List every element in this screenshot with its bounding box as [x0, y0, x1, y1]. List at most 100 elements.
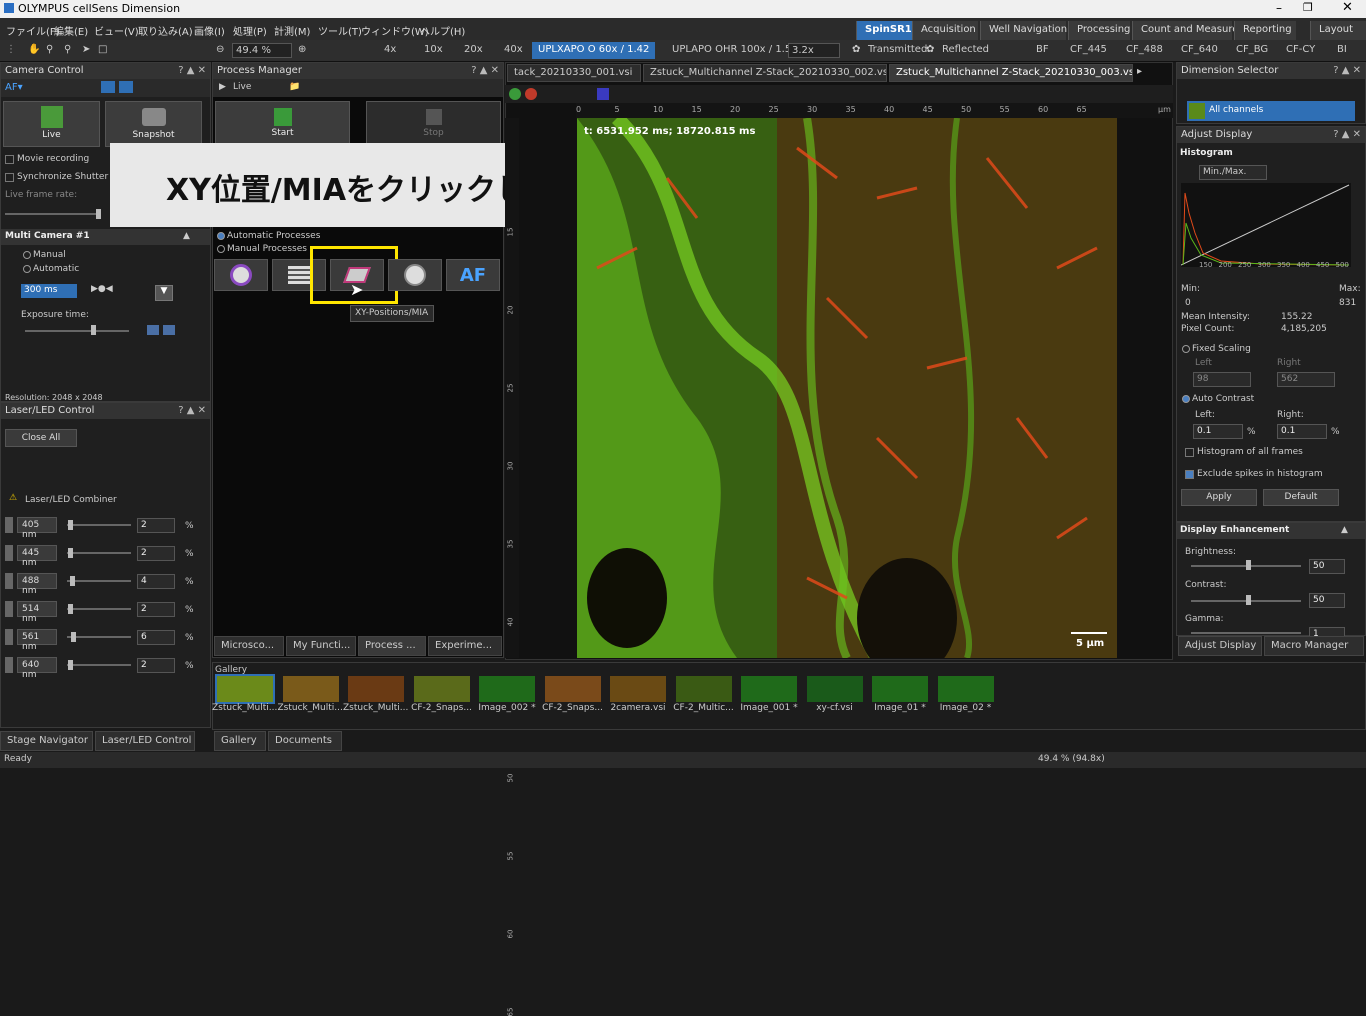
frame-rate-knob[interactable]	[96, 209, 101, 219]
channel-green-icon[interactable]	[509, 88, 521, 100]
brightness-knob[interactable]	[1246, 560, 1251, 570]
channel-cfbg[interactable]: CF_BG	[1236, 44, 1268, 55]
objective-60x-selected[interactable]: UPLXAPO O 60x / 1.42	[532, 42, 656, 59]
autofocus-button[interactable]: AF	[446, 259, 500, 291]
layout-icon[interactable]	[101, 81, 115, 93]
exposure-minus-icon[interactable]	[147, 325, 159, 335]
laser-slider[interactable]	[67, 608, 131, 610]
exposure-plus-icon[interactable]	[163, 325, 175, 335]
menu-image[interactable]: 画像(I)	[194, 23, 225, 38]
laser-knob[interactable]	[68, 520, 73, 530]
hand-tool-icon[interactable]: ✋	[28, 44, 40, 55]
folder-icon[interactable]: 📁	[289, 82, 300, 92]
gallery-thumbnail[interactable]	[282, 676, 339, 702]
laser-slider[interactable]	[67, 664, 131, 666]
panel-controls-icon[interactable]: ? ▲ ✕	[178, 405, 206, 416]
laser-power-input[interactable]: 2	[137, 658, 175, 673]
ac-right-input[interactable]: 0.1	[1277, 424, 1327, 439]
minimize-icon[interactable]: –	[1276, 1, 1282, 15]
channel-red-icon[interactable]	[525, 88, 537, 100]
laser-knob[interactable]	[71, 632, 76, 642]
channel-bf[interactable]: BF	[1036, 44, 1049, 55]
tab-reporting[interactable]: Reporting	[1234, 21, 1296, 40]
fixed-left-input[interactable]: 98	[1193, 372, 1251, 387]
laser-slider[interactable]	[67, 580, 131, 582]
display-enhancement-header[interactable]: Display Enhancement ▲	[1177, 523, 1365, 539]
zoom-in-icon[interactable]: ⊕	[298, 44, 306, 55]
tab-macro-manager[interactable]: Macro Manager	[1264, 636, 1364, 656]
ac-left-input[interactable]: 0.1	[1193, 424, 1243, 439]
apply-button[interactable]: Apply	[1181, 489, 1257, 506]
exposure-dropdown-icon[interactable]: ▼	[155, 285, 173, 301]
multi-camera-header[interactable]: Multi Camera #1 ▲	[1, 229, 210, 245]
tab-stage-navigator[interactable]: Stage Navigator	[0, 731, 93, 751]
menu-file[interactable]: ファイル(F)	[6, 23, 60, 38]
gallery-thumbnail[interactable]	[413, 676, 470, 702]
live-button[interactable]: Live	[3, 101, 100, 147]
laser-slider[interactable]	[67, 552, 131, 554]
af-icon[interactable]: AF▾	[5, 82, 23, 93]
tab-processing[interactable]: Processing	[1068, 21, 1130, 40]
laser-knob[interactable]	[70, 576, 75, 586]
gallery-thumbnail[interactable]	[610, 676, 666, 702]
menu-help[interactable]: ヘルプ(H)	[420, 23, 465, 38]
gallery-thumbnail[interactable]	[937, 676, 994, 702]
microscope-image[interactable]	[577, 118, 1117, 658]
select-icon[interactable]: □	[98, 44, 107, 55]
objective-10x[interactable]: 10x	[424, 44, 443, 55]
layout2-icon[interactable]	[119, 81, 133, 93]
automatic-radio[interactable]	[23, 265, 31, 273]
live-toolbar-icon[interactable]: ▶	[219, 82, 226, 92]
objective-40x[interactable]: 40x	[504, 44, 523, 55]
menu-view[interactable]: ビュー(V)	[94, 23, 139, 38]
menu-window[interactable]: ウィンドウ(W)	[361, 23, 429, 38]
close-icon[interactable]: ✕	[1342, 0, 1353, 15]
collapse-icon[interactable]: ▲	[1341, 525, 1348, 535]
time-lapse-button[interactable]	[388, 259, 442, 291]
gallery-thumbnail[interactable]	[215, 674, 275, 704]
channel-cf640[interactable]: CF_640	[1181, 44, 1218, 55]
panel-controls-icon[interactable]: ? ▲ ✕	[1333, 65, 1361, 76]
sync-shutter-checkbox[interactable]	[5, 173, 14, 182]
tab-layout[interactable]: Layout	[1310, 21, 1366, 40]
tab-laser-led-control[interactable]: Laser/LED Control	[95, 731, 195, 751]
start-button[interactable]: Start	[215, 101, 350, 145]
tab-scroll-icon[interactable]: ▸	[1137, 66, 1142, 77]
default-button[interactable]: Default	[1263, 489, 1339, 506]
close-all-button[interactable]: Close All	[5, 429, 77, 447]
tab-experiment[interactable]: Experime...	[428, 636, 502, 656]
zoom-select[interactable]: 49.4 %	[232, 43, 292, 58]
pointer-icon[interactable]: ➤	[82, 44, 90, 55]
gallery-thumbnail[interactable]	[741, 676, 797, 702]
all-channels-row[interactable]: All channels	[1187, 101, 1355, 121]
transmitted-button[interactable]: Transmitted	[868, 44, 927, 55]
laser-power-input[interactable]: 6	[137, 630, 175, 645]
panel-controls-icon[interactable]: ? ▲ ✕	[471, 65, 499, 76]
reflected-button[interactable]: Reflected	[942, 44, 989, 55]
gallery-thumbnail[interactable]	[348, 676, 404, 702]
tab-my-functions[interactable]: My Functi...	[286, 636, 356, 656]
zoom-out-icon[interactable]: ⊖	[216, 44, 224, 55]
manual-processes-radio[interactable]	[217, 245, 225, 253]
tab-acquisition[interactable]: Acquisition	[912, 21, 978, 40]
channel-bi[interactable]: BI	[1337, 44, 1347, 55]
histogram-chart[interactable]	[1181, 183, 1351, 267]
laser-toggle[interactable]	[5, 629, 13, 645]
gallery-thumbnail[interactable]	[544, 676, 601, 702]
laser-slider[interactable]	[67, 524, 131, 526]
contrast-knob[interactable]	[1246, 595, 1251, 605]
exposure-knob[interactable]	[91, 325, 96, 335]
laser-toggle[interactable]	[5, 545, 13, 561]
auto-contrast-radio[interactable]	[1182, 395, 1190, 403]
restore-icon[interactable]: ❐	[1303, 1, 1313, 14]
gallery-thumbnail[interactable]	[806, 676, 863, 702]
hist-all-frames-checkbox[interactable]	[1185, 448, 1194, 457]
channel-cfcy[interactable]: CF-CY	[1286, 44, 1315, 55]
menu-process[interactable]: 処理(P)	[233, 23, 267, 38]
snapshot-button[interactable]: Snapshot	[105, 101, 202, 147]
exclude-spikes-checkbox[interactable]	[1185, 470, 1194, 479]
magnify-tool-icon[interactable]: ⚲	[64, 44, 71, 55]
doc-tab-1[interactable]: tack_20210330_001.vsi	[507, 64, 641, 82]
histogram-mode-select[interactable]: Min./Max.	[1199, 165, 1267, 180]
gallery-thumbnail[interactable]	[479, 676, 535, 702]
